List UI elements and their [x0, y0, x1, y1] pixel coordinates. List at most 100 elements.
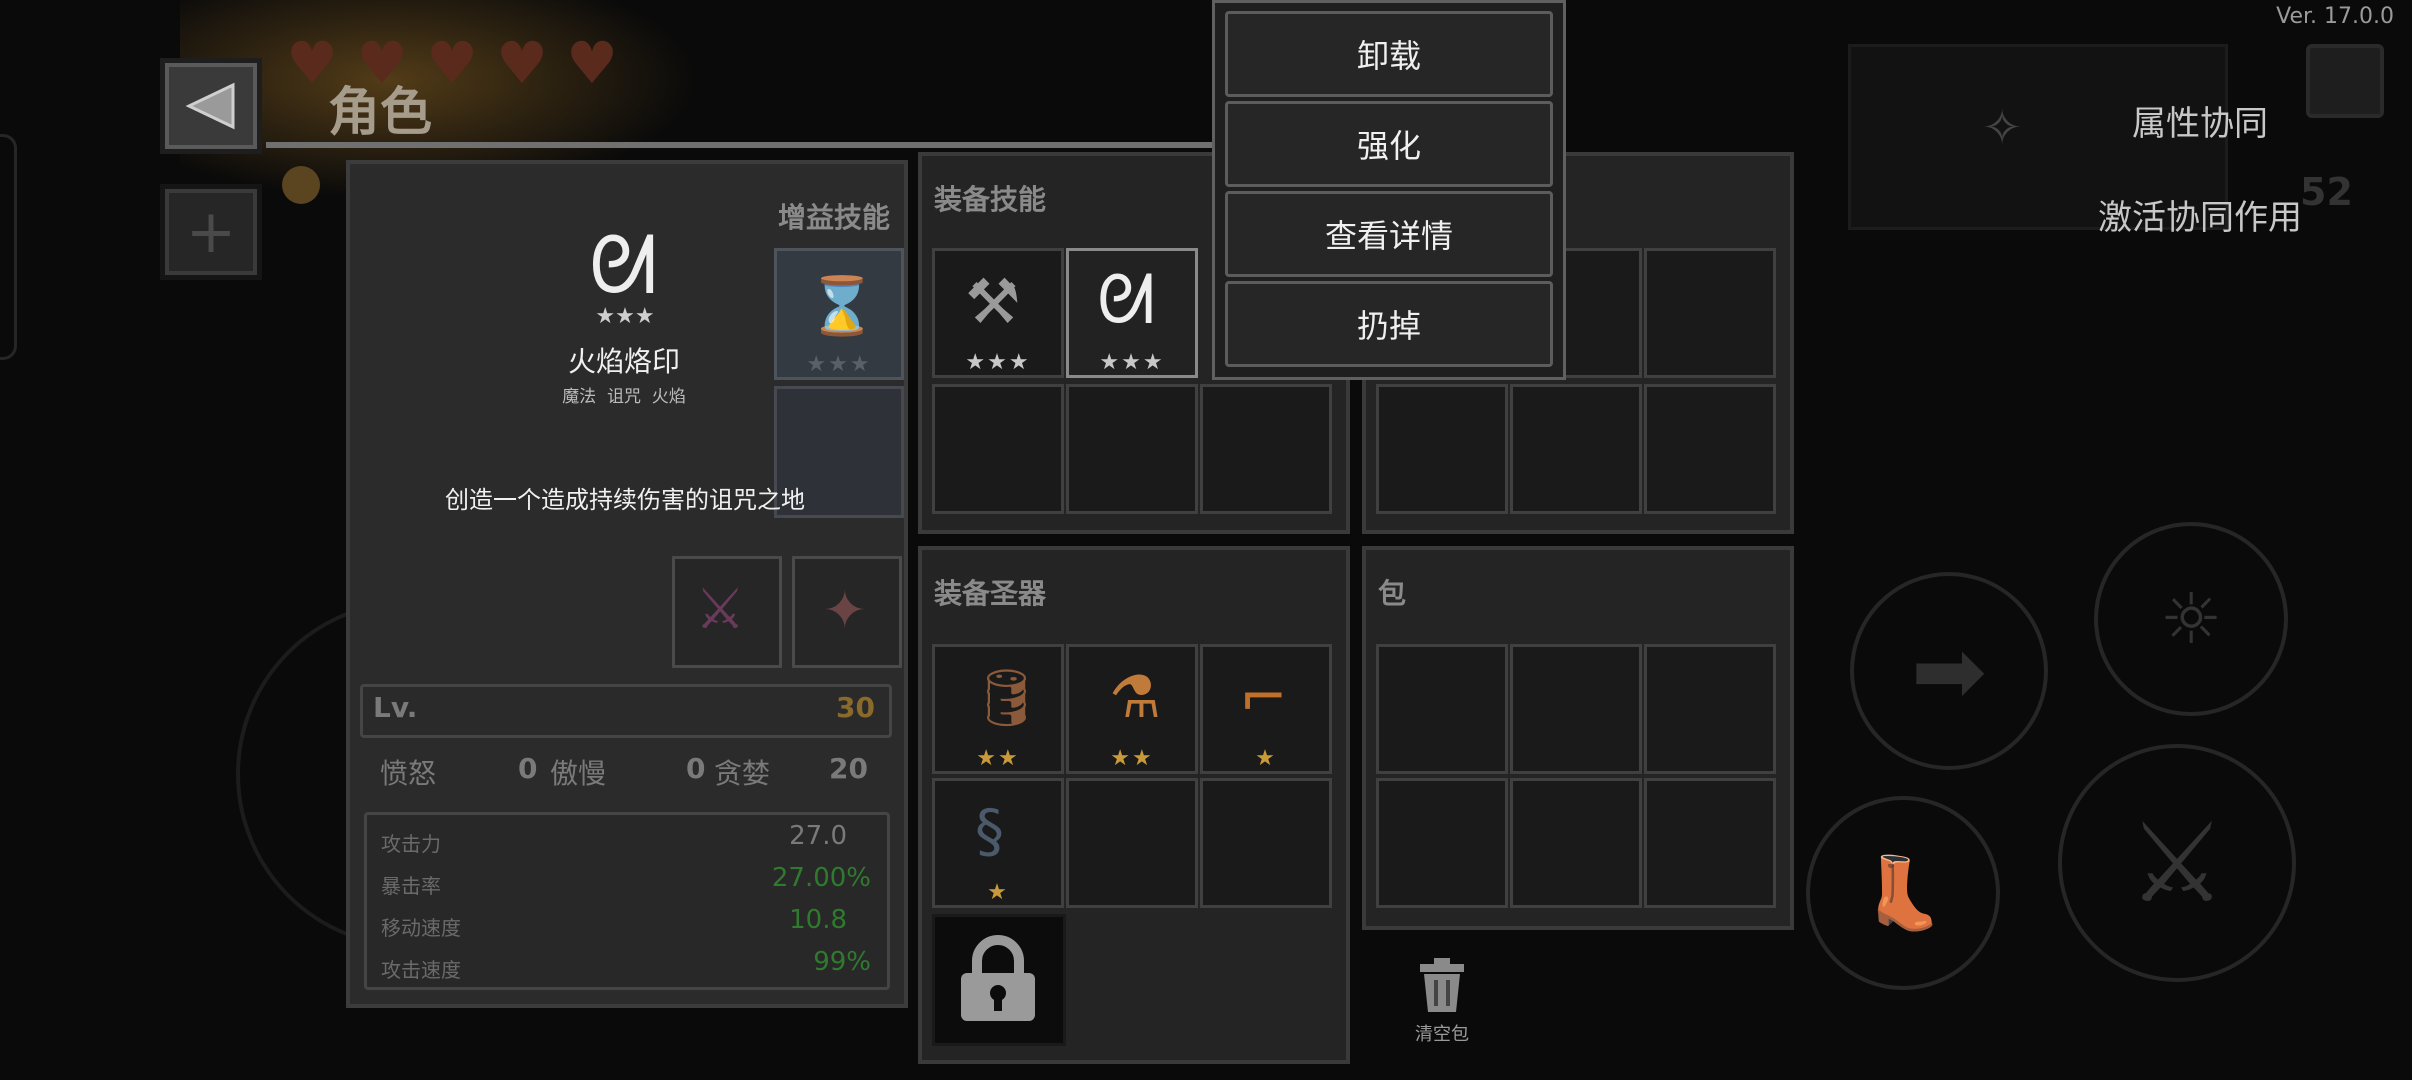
- back-button[interactable]: [160, 58, 262, 154]
- hammer-icon: ⚒: [965, 265, 1021, 338]
- buff-skills-title: 增益技能: [778, 201, 891, 234]
- stat-value: 99%: [813, 947, 871, 977]
- version-label: Ver. 17.0.0: [2276, 4, 2394, 29]
- equip-skill-slot[interactable]: [1200, 384, 1332, 514]
- synergy-slot[interactable]: [1510, 384, 1642, 514]
- left-edge-tab: [0, 134, 17, 360]
- equip-skills-title: 装备技能: [934, 183, 1047, 216]
- sin-pride-label: 傲慢: [550, 757, 607, 790]
- weapon-slot[interactable]: ⚔: [672, 556, 782, 668]
- bag-slot[interactable]: [1510, 644, 1642, 774]
- equip-skill-slot[interactable]: [1066, 384, 1198, 514]
- skill-detail-description: 创造一个造成持续伤害的诅咒之地: [445, 486, 805, 514]
- stat-label: 攻击速度: [381, 958, 461, 982]
- relic-slot[interactable]: 🛢 ★★: [932, 644, 1064, 774]
- stat-label: 暴击率: [381, 874, 441, 898]
- bag-slot[interactable]: [1376, 644, 1508, 774]
- sun-icon: ☼: [2159, 578, 2223, 660]
- synergy-title[interactable]: 属性协同: [2132, 96, 2268, 145]
- bag-slot[interactable]: [1376, 778, 1508, 908]
- discard-button[interactable]: 扔掉: [1225, 281, 1553, 367]
- locked-relic-slot[interactable]: [932, 914, 1066, 1046]
- coin-icon: [282, 166, 320, 204]
- equip-skill-slot-selected[interactable]: ᘛ ★★★: [1066, 248, 1198, 378]
- stat-row: 暴击率 27.00%: [381, 863, 871, 900]
- equip-relics-title: 装备圣器: [934, 577, 1047, 610]
- flask-relic-icon: ⚗: [1109, 663, 1161, 731]
- synergy-slot[interactable]: [1644, 248, 1776, 378]
- bag-slot[interactable]: [1644, 778, 1776, 908]
- synergy-icon: ✧: [1982, 100, 2023, 156]
- back-arrow-icon: [185, 82, 235, 130]
- stat-value: 27.00%: [771, 863, 871, 893]
- title-underline: [266, 142, 1226, 148]
- accessory-slot[interactable]: ✦: [792, 556, 902, 668]
- bag-title: 包: [1378, 577, 1407, 610]
- relic-stars: ★★: [976, 746, 1020, 771]
- relic-slot[interactable]: [1066, 778, 1198, 908]
- synergy-slot[interactable]: [1376, 384, 1508, 514]
- equip-skill-slot[interactable]: [932, 384, 1064, 514]
- dash-button[interactable]: ➡: [1850, 572, 2048, 770]
- add-button[interactable]: +: [160, 184, 262, 280]
- level-bar: Lv. 30: [360, 684, 892, 738]
- sword-icon: ⚔: [2127, 799, 2227, 927]
- stat-value: 10.8: [789, 905, 847, 935]
- hook-relic-icon: §: [975, 797, 1004, 865]
- relic-slot[interactable]: ⌐ ★: [1200, 644, 1332, 774]
- skill-stars: ★★★: [965, 350, 1031, 375]
- sin-pride-value: 0: [686, 752, 706, 785]
- plus-icon: +: [185, 197, 237, 267]
- bag-slot[interactable]: [1644, 644, 1776, 774]
- activate-synergy[interactable]: 激活协同作用: [2098, 190, 2302, 239]
- attack-button[interactable]: ⚔: [2058, 744, 2296, 982]
- crossed-swords-icon: ⚔: [695, 577, 746, 642]
- sin-wrath-label: 愤怒: [380, 757, 437, 790]
- lock-icon: [961, 935, 1035, 1021]
- heart-icon: ♥: [426, 29, 478, 97]
- stat-value: 27.0: [789, 821, 847, 851]
- unequip-button[interactable]: 卸载: [1225, 11, 1553, 97]
- relic-slot[interactable]: ⚗ ★★: [1066, 644, 1198, 774]
- equip-relics-panel: 装备圣器 🛢 ★★ ⚗ ★★ ⌐ ★ § ★: [918, 546, 1350, 1064]
- clear-bag-button[interactable]: 清空包: [1400, 956, 1484, 1056]
- relic-slot[interactable]: § ★: [932, 778, 1064, 908]
- page-title: 角色: [328, 83, 433, 143]
- view-details-button[interactable]: 查看详情: [1225, 191, 1553, 277]
- skill-detail-stars: ★★★: [595, 304, 655, 329]
- context-menu: 卸载 强化 查看详情 扔掉: [1212, 0, 1566, 380]
- stat-label: 攻击力: [381, 832, 441, 856]
- upgrade-button[interactable]: 强化: [1225, 101, 1553, 187]
- level-value: 30: [836, 691, 875, 724]
- bag-slot[interactable]: [1510, 778, 1642, 908]
- pause-button[interactable]: [2306, 44, 2384, 118]
- level-label: Lv.: [373, 691, 418, 724]
- boots-icon: 👢: [1859, 851, 1947, 934]
- stats-box: 攻击力 27.0 暴击率 27.00% 移动速度 10.8 攻击速度 99%: [364, 812, 890, 990]
- stat-row: 攻击速度 99%: [381, 947, 871, 984]
- synergy-slot[interactable]: [1644, 384, 1776, 514]
- boots-button[interactable]: 👢: [1806, 796, 2000, 990]
- equip-skill-slot[interactable]: ⚒ ★★★: [932, 248, 1064, 378]
- skill-stars: ★★★: [1099, 350, 1165, 375]
- clear-bag-label: 清空包: [1415, 1024, 1469, 1045]
- buff-skill-slot-1[interactable]: ⌛ ★★★: [774, 248, 904, 380]
- trash-icon: [1420, 958, 1464, 1012]
- heart-icon: ♥: [566, 29, 618, 97]
- relic-stars: ★: [1255, 746, 1277, 771]
- relic-stars: ★★: [1110, 746, 1154, 771]
- stat-row: 攻击力 27.0: [381, 821, 871, 858]
- bag-panel: 包: [1362, 546, 1794, 930]
- relic-slot[interactable]: [1200, 778, 1332, 908]
- hourglass-icon: ⌛: [807, 274, 877, 339]
- stat-label: 移动速度: [381, 916, 461, 940]
- skill-button[interactable]: ☼: [2094, 522, 2288, 716]
- sin-greed-value: 20: [829, 752, 868, 785]
- relic-stars: ★: [987, 880, 1009, 905]
- fire-brand-icon: ᘛ: [1097, 261, 1155, 340]
- feather-icon: ✦: [823, 581, 867, 641]
- heart-icon: ♥: [496, 29, 548, 97]
- skill-detail-name: 火焰烙印: [567, 345, 680, 378]
- sin-greed-label: 贪婪: [714, 757, 771, 790]
- boomerang-relic-icon: ⌐: [1239, 663, 1288, 731]
